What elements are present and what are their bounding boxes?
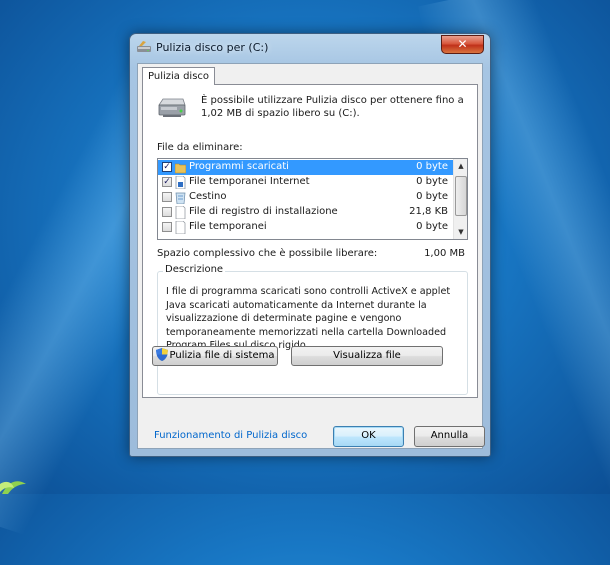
- file-name: Cestino: [189, 191, 227, 202]
- arrow-up-icon: ▲: [458, 162, 464, 170]
- cancel-button[interactable]: Annulla: [414, 426, 485, 447]
- list-item[interactable]: Cestino 0 byte: [158, 190, 454, 205]
- clean-system-files-button[interactable]: Pulizia file di sistema: [152, 346, 278, 366]
- total-space-value: 1,00 MB: [424, 248, 465, 259]
- ok-button[interactable]: OK: [333, 426, 404, 447]
- file-name: Programmi scaricati: [189, 161, 289, 172]
- checkbox[interactable]: [162, 222, 172, 232]
- checkbox[interactable]: ✓: [162, 177, 172, 187]
- list-item[interactable]: File temporanei 0 byte: [158, 220, 454, 235]
- tab-label: Pulizia disco: [148, 71, 210, 82]
- description-title: Descrizione: [163, 264, 226, 275]
- folder-icon: [175, 163, 186, 174]
- file-size: 0 byte: [416, 176, 448, 187]
- checkbox[interactable]: [162, 192, 172, 202]
- close-icon: ✕: [457, 37, 468, 51]
- ok-label: OK: [361, 430, 376, 441]
- total-space-label: Spazio complessivo che è possibile liber…: [157, 248, 378, 259]
- title-bar[interactable]: Pulizia disco per (C:) ✕: [130, 34, 490, 60]
- files-list[interactable]: ✓ Programmi scaricati 0 byte ✓ File temp…: [157, 158, 468, 240]
- view-files-button[interactable]: Visualizza file: [291, 346, 443, 366]
- dialog-client-area: Pulizia disco È possibile utilizzare Pul…: [137, 63, 485, 449]
- file-size: 0 byte: [416, 221, 448, 232]
- file-name: File di registro di installazione: [189, 206, 338, 217]
- list-item[interactable]: File di registro di installazione 21,8 K…: [158, 205, 454, 220]
- file-size: 21,8 KB: [409, 206, 448, 217]
- document-lock-icon: [175, 176, 186, 189]
- how-disk-cleanup-works-link[interactable]: Funzionamento di Pulizia disco: [154, 430, 307, 441]
- description-group: Descrizione I file di programma scaricat…: [157, 264, 468, 395]
- checkbox[interactable]: [162, 207, 172, 217]
- file-name: File temporanei: [189, 221, 267, 232]
- check-icon: ✓: [163, 162, 171, 172]
- close-button[interactable]: ✕: [441, 35, 484, 54]
- hard-drive-icon: [158, 98, 186, 117]
- view-files-label: Visualizza file: [333, 350, 401, 361]
- tab-disk-cleanup[interactable]: Pulizia disco: [142, 67, 216, 85]
- scroll-up-button[interactable]: ▲: [454, 159, 467, 173]
- description-text: I file di programma scaricati sono contr…: [166, 286, 451, 351]
- file-size: 0 byte: [416, 161, 448, 172]
- document-icon: [175, 221, 186, 234]
- window-title: Pulizia disco per (C:): [156, 41, 269, 54]
- clean-system-files-label: Pulizia file di sistema: [169, 350, 275, 361]
- recycle-bin-icon: [175, 192, 186, 204]
- arrow-down-icon: ▼: [458, 228, 464, 236]
- checkbox[interactable]: ✓: [162, 162, 172, 172]
- vertical-scrollbar[interactable]: ▲ ▼: [453, 159, 467, 239]
- file-size: 0 byte: [416, 191, 448, 202]
- files-to-delete-label: File da eliminare:: [157, 142, 243, 153]
- cancel-label: Annulla: [430, 430, 469, 441]
- disk-cleanup-icon: [137, 41, 151, 52]
- intro-text: È possibile utilizzare Pulizia disco per…: [201, 95, 464, 119]
- check-icon: ✓: [163, 177, 171, 187]
- uac-shield-icon: [155, 347, 168, 361]
- file-name: File temporanei Internet: [189, 176, 310, 187]
- list-item[interactable]: ✓ Programmi scaricati 0 byte: [158, 160, 454, 175]
- scroll-down-button[interactable]: ▼: [454, 225, 467, 239]
- desktop-leaf-icon: [0, 481, 26, 494]
- disk-cleanup-window: Pulizia disco per (C:) ✕ Pulizia disco È…: [129, 33, 491, 457]
- list-item[interactable]: ✓ File temporanei Internet 0 byte: [158, 175, 454, 190]
- scroll-thumb[interactable]: [455, 176, 467, 216]
- document-icon: [175, 206, 186, 219]
